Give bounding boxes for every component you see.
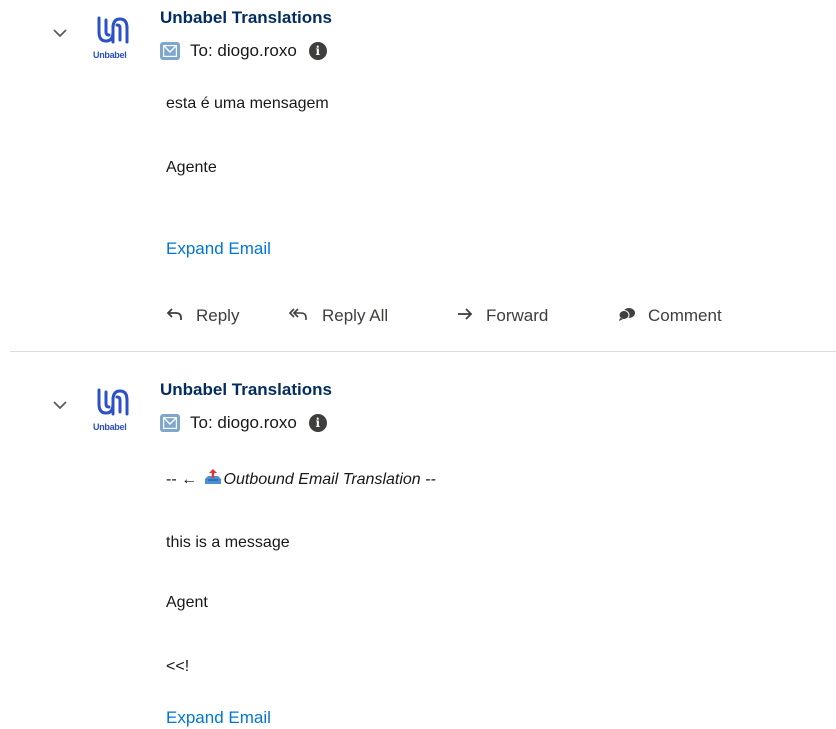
forward-button[interactable]: Forward [456, 306, 618, 326]
body-line: esta é uma mensagem [166, 95, 329, 112]
translation-header: -- ← Outbound Email Translation -- [166, 469, 436, 492]
recipient-text: To: diogo.roxo [190, 413, 297, 432]
logo-wordmark: Unbabel [93, 422, 127, 432]
expand-email-link[interactable]: Expand Email [166, 239, 271, 259]
info-icon[interactable]: i [308, 414, 327, 432]
body-line: Agent [166, 594, 208, 611]
comment-button[interactable]: Comment [618, 306, 722, 327]
comment-label: Comment [648, 306, 722, 325]
expand-email-link[interactable]: Expand Email [166, 708, 271, 728]
divider [10, 351, 836, 352]
chevron-down-icon[interactable] [50, 26, 70, 40]
email-icon [160, 414, 180, 432]
logo-wordmark: Unbabel [93, 50, 127, 60]
email-icon [160, 42, 180, 60]
body-line: this is a message [166, 534, 290, 551]
reply-icon [166, 306, 184, 327]
recipient-row: To: diogo.roxo i [160, 40, 327, 62]
translation-heading: Outbound Email Translation -- [223, 471, 436, 488]
email-actions: Reply Reply All Forward Comment [166, 303, 722, 329]
unbabel-logo: Unbabel [92, 384, 150, 436]
sender-name[interactable]: Unbabel Translations [160, 8, 332, 28]
body-line: <<! [166, 658, 190, 675]
outbox-tray-icon [204, 469, 222, 492]
recipient-text: To: diogo.roxo [190, 41, 297, 60]
unbabel-logo: Unbabel [92, 12, 150, 64]
reply-all-icon [288, 306, 310, 327]
reply-button[interactable]: Reply [166, 306, 288, 327]
recipient-row: To: diogo.roxo i [160, 412, 327, 434]
reply-label: Reply [196, 306, 240, 325]
chevron-down-icon[interactable] [50, 398, 70, 412]
comment-icon [618, 306, 636, 327]
sender-name[interactable]: Unbabel Translations [160, 380, 332, 400]
reply-all-label: Reply All [322, 306, 389, 325]
body-line: Agente [166, 159, 217, 176]
reply-all-button[interactable]: Reply All [288, 306, 456, 327]
info-icon[interactable]: i [308, 42, 327, 60]
forward-icon [456, 306, 474, 326]
translation-prefix: -- ← [166, 471, 202, 488]
forward-label: Forward [486, 306, 549, 325]
